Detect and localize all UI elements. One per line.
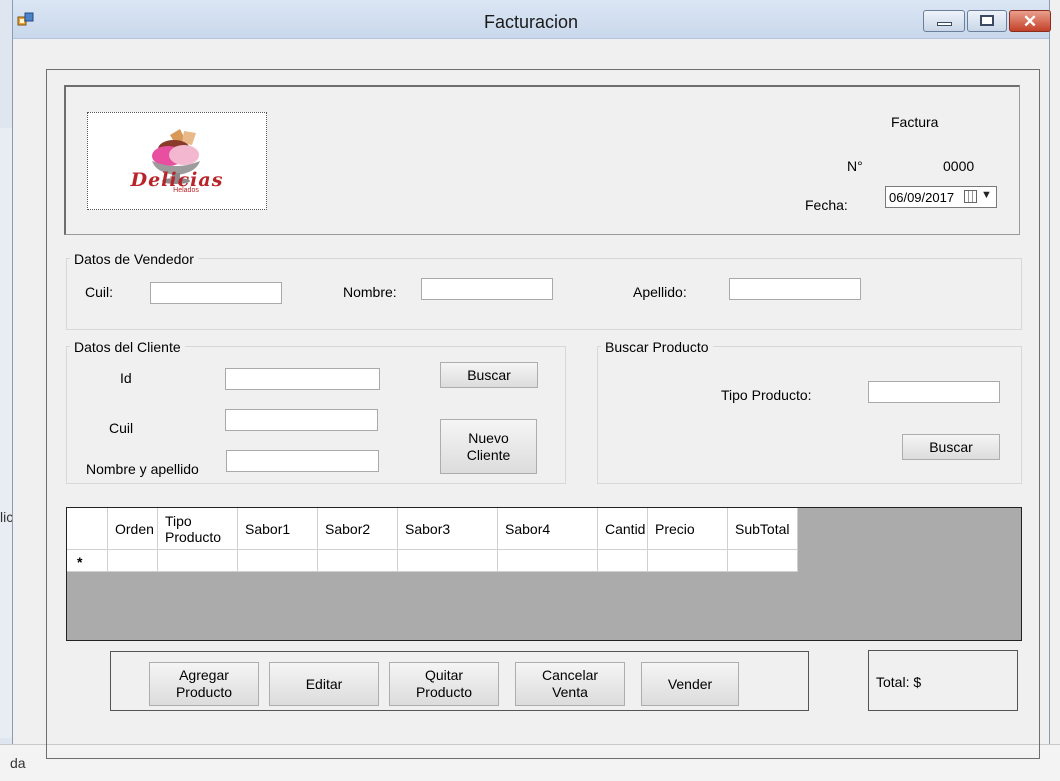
title-bar[interactable]: Facturacion ✕ — [13, 0, 1051, 39]
ice-cream-logo-icon — [152, 129, 200, 184]
column-header-sabor4[interactable]: Sabor4 — [498, 508, 598, 550]
agregar-producto-label-line2: Producto — [175, 684, 233, 700]
column-header-cantidad[interactable]: Cantid — [598, 508, 648, 550]
new-row-cell-sabor1[interactable] — [238, 550, 318, 572]
column-header-sabor2[interactable]: Sabor2 — [318, 508, 398, 550]
column-header-precio-label: Precio — [655, 520, 695, 537]
vender-label: Vender — [667, 675, 713, 692]
cliente-id-label: Id — [120, 370, 132, 386]
close-icon: ✕ — [1022, 12, 1038, 31]
quitar-producto-label-line2: Producto — [415, 684, 473, 700]
window-title: Facturacion — [483, 12, 579, 32]
new-row-header[interactable]: * — [67, 550, 108, 572]
dropdown-arrow-icon[interactable]: ▼ — [981, 189, 992, 201]
producto-buscar-button[interactable]: Buscar — [902, 434, 1000, 460]
column-header-cantidad-label: Cantid — [605, 520, 646, 537]
column-header-tipo-producto-label: Tipo Producto — [165, 512, 222, 545]
new-row-cell-precio[interactable] — [648, 550, 728, 572]
vendedor-apellido-field[interactable] — [729, 278, 861, 300]
vendedor-apellido-label: Apellido: — [633, 284, 687, 300]
agregar-producto-button[interactable]: Agregar Producto — [149, 662, 259, 706]
vendedor-nombre-field[interactable] — [421, 278, 553, 300]
producto-group-title: Buscar Producto — [601, 339, 713, 355]
cliente-group-title: Datos del Cliente — [70, 339, 185, 355]
column-header-sabor3-label: Sabor3 — [405, 520, 451, 537]
quitar-producto-label-line1: Quitar — [424, 667, 464, 683]
vendedor-group-title: Datos de Vendedor — [70, 251, 198, 267]
total-label: Total: $ — [876, 674, 922, 690]
quitar-producto-button[interactable]: Quitar Producto — [389, 662, 499, 706]
cancelar-venta-label-line2: Venta — [552, 684, 588, 700]
column-header-orden[interactable]: Orden — [108, 508, 158, 550]
cancelar-venta-label-line1: Cancelar — [541, 667, 599, 683]
grid-corner-header[interactable] — [67, 508, 108, 550]
calendar-icon[interactable] — [964, 190, 977, 203]
minimize-button[interactable] — [923, 10, 965, 32]
maximize-icon — [980, 15, 994, 26]
fecha-date-picker[interactable]: 06/09/2017 ▼ — [885, 186, 997, 208]
cliente-nombre-field[interactable] — [226, 450, 379, 472]
fecha-label: Fecha: — [805, 197, 848, 213]
nuevo-cliente-label-line1: Nuevo — [468, 429, 509, 446]
tipo-producto-label: Tipo Producto: — [721, 387, 812, 403]
new-row-cell-sabor3[interactable] — [398, 550, 498, 572]
new-row-cell-tipo-producto[interactable] — [158, 550, 238, 572]
nuevo-cliente-label-line2: Cliente — [466, 446, 511, 463]
column-header-sabor1-label: Sabor1 — [245, 520, 291, 537]
cliente-buscar-button[interactable]: Buscar — [440, 362, 538, 388]
vendedor-cuil-field[interactable] — [150, 282, 282, 304]
background-bottom-text: da — [10, 755, 26, 771]
new-row-cell-sabor2[interactable] — [318, 550, 398, 572]
new-row-cell-cantidad[interactable] — [598, 550, 648, 572]
cliente-nombre-label: Nombre y apellido — [86, 461, 199, 477]
vendedor-cuil-label: Cuil: — [85, 284, 114, 300]
tipo-producto-field[interactable] — [868, 381, 1000, 403]
producto-group — [597, 346, 1022, 484]
cliente-buscar-label: Buscar — [467, 366, 511, 383]
editar-button[interactable]: Editar — [269, 662, 379, 706]
maximize-button[interactable] — [967, 10, 1007, 32]
column-header-sabor4-label: Sabor4 — [505, 520, 551, 537]
fecha-value: 06/09/2017 — [889, 190, 955, 205]
cancelar-venta-button[interactable]: Cancelar Venta — [515, 662, 625, 706]
vender-button[interactable]: Vender — [641, 662, 739, 706]
column-header-orden-label: Orden — [115, 520, 154, 537]
vendedor-nombre-label: Nombre: — [343, 284, 397, 300]
editar-label: Editar — [305, 675, 343, 692]
nuevo-cliente-button[interactable]: Nuevo Cliente — [440, 419, 537, 474]
new-row-marker: * — [77, 554, 83, 570]
numero-value: 0000 — [943, 158, 975, 174]
new-row-cell-subtotal[interactable] — [728, 550, 798, 572]
agregar-producto-label-line1: Agregar — [179, 667, 229, 683]
producto-buscar-label: Buscar — [929, 438, 973, 455]
column-header-sabor3[interactable]: Sabor3 — [398, 508, 498, 550]
column-header-sabor2-label: Sabor2 — [325, 520, 371, 537]
column-header-precio[interactable]: Precio — [648, 508, 728, 550]
column-header-subtotal-label: SubTotal — [735, 520, 790, 537]
background-left-text: lic — [0, 509, 12, 525]
column-header-sabor1[interactable]: Sabor1 — [238, 508, 318, 550]
new-row-cell-sabor4[interactable] — [498, 550, 598, 572]
logo-subtitle-text: Helados — [173, 187, 199, 194]
column-header-tipo-producto[interactable]: Tipo Producto — [158, 508, 238, 550]
facturacion-window: Facturacion ✕ Delicias Helados Factura N… — [12, 0, 1051, 759]
minimize-icon — [937, 22, 952, 26]
cliente-cuil-field[interactable] — [225, 409, 378, 431]
cliente-id-field[interactable] — [225, 368, 380, 390]
cliente-cuil-label: Cuil — [109, 420, 134, 436]
new-row-cell-orden[interactable] — [108, 550, 158, 572]
numero-label: N° — [847, 158, 863, 174]
detalle-data-grid[interactable]: Orden Tipo Producto Sabor1 Sabor2 Sabor3… — [66, 507, 1022, 641]
logo-picture-box: Delicias Helados — [87, 112, 267, 210]
close-button[interactable]: ✕ — [1009, 10, 1051, 32]
column-header-subtotal[interactable]: SubTotal — [728, 508, 798, 550]
factura-label: Factura — [891, 114, 939, 130]
